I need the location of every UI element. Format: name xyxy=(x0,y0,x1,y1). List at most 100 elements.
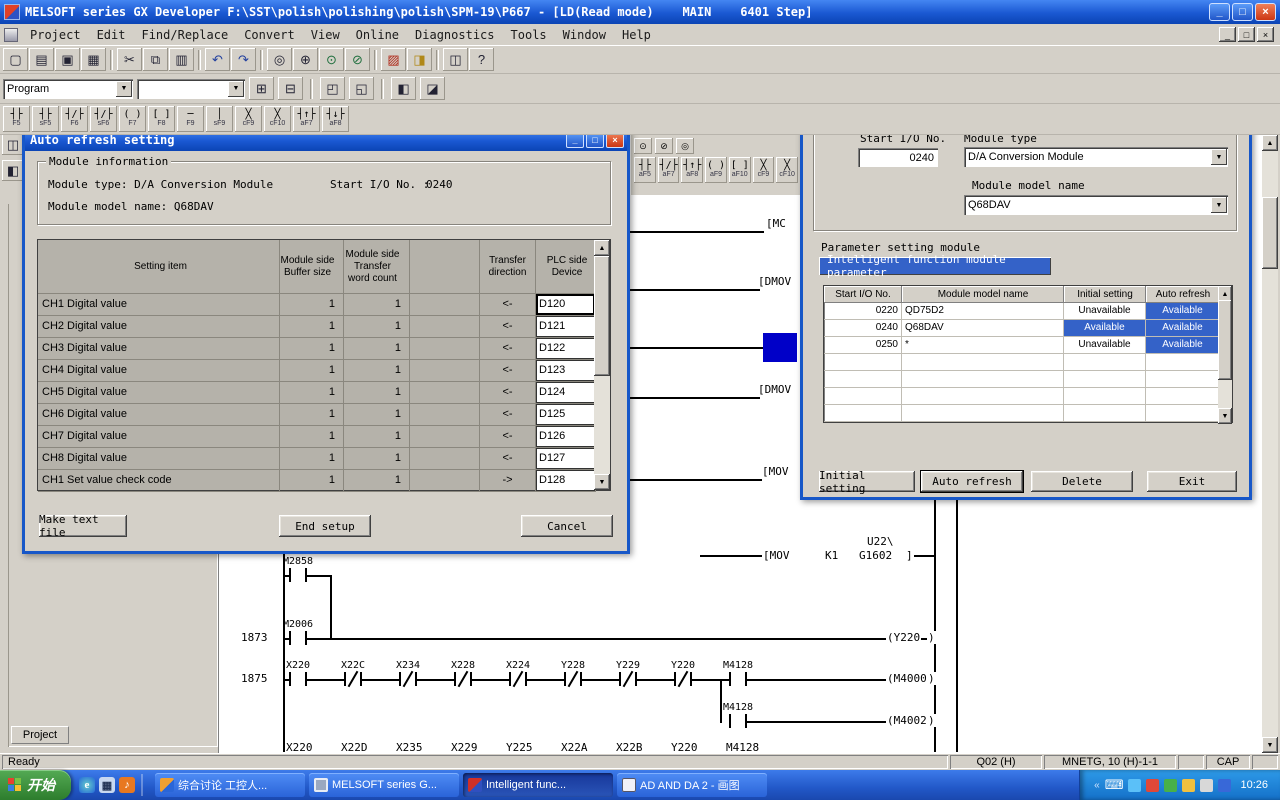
help-button[interactable]: ? xyxy=(469,48,494,71)
view2-button[interactable]: ◱ xyxy=(349,77,374,100)
table-scrollbar[interactable]: ▲ ▼ xyxy=(1218,286,1232,422)
module-row[interactable] xyxy=(824,405,1232,422)
ladder-symbol-button[interactable]: ╳cF9 xyxy=(753,157,775,183)
minimize-button[interactable]: _ xyxy=(1209,3,1230,21)
initial-setting-button[interactable]: Initial setting xyxy=(819,471,915,492)
menu-online[interactable]: Online xyxy=(348,25,407,45)
setting-row[interactable]: CH2 Digital value11<-D121 xyxy=(38,316,610,338)
scroll-up-icon[interactable]: ▲ xyxy=(594,240,610,256)
module-type-select[interactable]: D/A Conversion Module ▼ xyxy=(964,147,1228,167)
setting-row[interactable]: CH4 Digital value11<-D123 xyxy=(38,360,610,382)
cut-button[interactable]: ✂ xyxy=(117,48,142,71)
window-list-button[interactable]: ◫ xyxy=(2,134,24,155)
taskbar-item-paint[interactable]: AD AND DA 2 - 画图 xyxy=(617,773,767,797)
ladder-symbol-button[interactable]: ┤/├aF7 xyxy=(658,157,680,183)
scroll-up-icon[interactable]: ▲ xyxy=(1262,135,1278,151)
ladder-symbol-button[interactable]: ╳cF10 xyxy=(776,157,798,183)
taskbar-item-utility[interactable]: Intelligent func... xyxy=(463,773,613,797)
setting-row[interactable]: CH1 Set value check code11->D128 xyxy=(38,470,610,492)
ladder-symbol-button[interactable]: ╳cF9 xyxy=(235,106,262,132)
chevron-down-icon[interactable]: ▼ xyxy=(1211,149,1227,165)
module-row[interactable] xyxy=(824,388,1232,405)
ladder-symbol-button[interactable]: ┤/├F6 xyxy=(61,106,88,132)
mode1-button[interactable]: ⊞ xyxy=(249,77,274,100)
delete-button[interactable]: Delete xyxy=(1031,471,1133,492)
module-model-select[interactable]: Q68DAV ▼ xyxy=(964,195,1228,215)
print-button[interactable]: ▦ xyxy=(81,48,106,71)
scrollbar-thumb[interactable] xyxy=(594,256,610,376)
ladder-symbol-button[interactable]: ┤↑├aF8 xyxy=(681,157,703,183)
chevron-down-icon[interactable]: ▼ xyxy=(1211,197,1227,213)
device-test-button[interactable]: ◫ xyxy=(443,48,468,71)
fold-panel-button[interactable]: ◧ xyxy=(2,160,24,181)
scroll-down-icon[interactable]: ▼ xyxy=(1218,408,1232,424)
paste-button[interactable]: ▥ xyxy=(169,48,194,71)
new-button[interactable]: ▢ xyxy=(3,48,28,71)
scrollbar-thumb[interactable] xyxy=(1218,300,1232,380)
scroll-down-icon[interactable]: ▼ xyxy=(1262,737,1278,753)
window-split-button[interactable]: ◪ xyxy=(420,77,445,100)
menu-tools[interactable]: Tools xyxy=(503,25,555,45)
undo-button[interactable]: ↶ xyxy=(205,48,230,71)
tab-project[interactable]: Project xyxy=(11,726,69,744)
ladder-write-button[interactable]: ◨ xyxy=(407,48,432,71)
comment-button[interactable]: ◧ xyxy=(391,77,416,100)
tray-expand-icon[interactable]: « xyxy=(1094,780,1100,791)
setting-row[interactable]: CH8 Digital value11<-D127 xyxy=(38,448,610,470)
scroll-down-icon[interactable]: ▼ xyxy=(594,474,610,490)
menu-help[interactable]: Help xyxy=(614,25,659,45)
scrollbar-thumb[interactable] xyxy=(1262,197,1278,269)
setting-row[interactable]: CH5 Digital value11<-D124 xyxy=(38,382,610,404)
menu-project[interactable]: Project xyxy=(22,25,89,45)
ladder-symbol-button[interactable]: ( )F7 xyxy=(119,106,146,132)
ladder-symbol-button[interactable]: ( )aF9 xyxy=(705,157,727,183)
setting-row[interactable]: CH6 Digital value11<-D125 xyxy=(38,404,610,426)
chevron-down-icon[interactable]: ▼ xyxy=(116,81,132,97)
ladder-symbol-button[interactable]: ┤↓├aF8 xyxy=(322,106,349,132)
setting-row[interactable]: CH3 Digital value11<-D122 xyxy=(38,338,610,360)
close-button[interactable]: × xyxy=(1255,3,1276,21)
internet-explorer-icon[interactable]: e xyxy=(79,777,95,793)
menu-window[interactable]: Window xyxy=(555,25,614,45)
editor-vertical-scrollbar[interactable]: ▲ ▼ xyxy=(1262,135,1278,753)
ladder-symbol-button[interactable]: ┤/├sF6 xyxy=(90,106,117,132)
restore-button[interactable]: □ xyxy=(1232,3,1253,21)
monitor-button[interactable]: ⊙ xyxy=(319,48,344,71)
ladder-symbol-button[interactable]: ┤├sF5 xyxy=(32,106,59,132)
secondary-select[interactable]: ▼ xyxy=(137,79,245,99)
menu-diagnostics[interactable]: Diagnostics xyxy=(407,25,502,45)
copy-button[interactable]: ⧉ xyxy=(143,48,168,71)
mdi-minimize-button[interactable]: _ xyxy=(1219,27,1236,42)
monitor-stop-button[interactable]: ⊘ xyxy=(345,48,370,71)
view1-button[interactable]: ◰ xyxy=(320,77,345,100)
tray-icon[interactable] xyxy=(1182,779,1195,792)
module-row[interactable] xyxy=(824,371,1232,388)
find-button[interactable]: ◎ xyxy=(267,48,292,71)
show-desktop-icon[interactable]: ▦ xyxy=(99,777,115,793)
end-setup-button[interactable]: End setup xyxy=(279,515,371,537)
chevron-down-icon[interactable]: ▼ xyxy=(228,81,244,97)
setting-row[interactable]: CH1 Digital value11<-D120 xyxy=(38,294,610,316)
program-select[interactable]: Program ▼ xyxy=(3,79,133,99)
save-button[interactable]: ▣ xyxy=(55,48,80,71)
setting-row[interactable]: CH7 Digital value11<-D126 xyxy=(38,426,610,448)
menu-edit[interactable]: Edit xyxy=(89,25,134,45)
tray-icon[interactable] xyxy=(1200,779,1213,792)
ladder-symbol-button[interactable]: ┤├F5 xyxy=(3,106,30,132)
ladder-symbol-button[interactable]: ┤├aF5 xyxy=(634,157,656,183)
module-row[interactable]: 0250*UnavailableAvailable xyxy=(824,337,1232,354)
auto-refresh-button[interactable]: Auto refresh xyxy=(921,471,1023,492)
tray-icon[interactable] xyxy=(1164,779,1177,792)
redo-button[interactable]: ↷ xyxy=(231,48,256,71)
ladder-edit-button[interactable]: ▨ xyxy=(381,48,406,71)
exit-button[interactable]: Exit xyxy=(1147,471,1237,492)
taskbar-item-forum[interactable]: 综合讨论 工控人... xyxy=(155,773,305,797)
ladder-symbol-button[interactable]: [ ]aF10 xyxy=(729,157,751,183)
input-method-icon[interactable]: ⌨ xyxy=(1105,777,1124,793)
mdi-close-button[interactable]: × xyxy=(1257,27,1274,42)
menu-find-replace[interactable]: Find/Replace xyxy=(133,25,236,45)
ladder-symbol-button[interactable]: ─F9 xyxy=(177,106,204,132)
start-io-input[interactable] xyxy=(858,148,938,167)
monitor-stop-mini-button[interactable]: ⊘ xyxy=(655,138,673,154)
tray-icon[interactable] xyxy=(1146,779,1159,792)
